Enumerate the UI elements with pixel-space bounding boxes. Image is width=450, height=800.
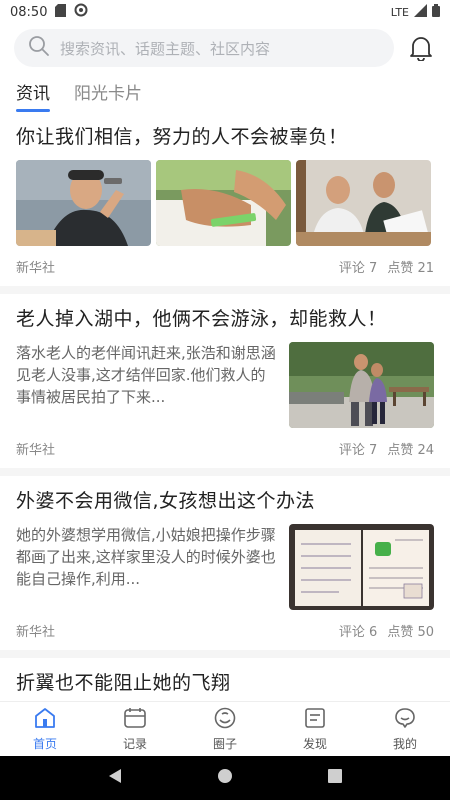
calendar-icon <box>123 707 147 732</box>
nav-record[interactable]: 记录 <box>90 702 180 756</box>
profile-icon <box>393 707 417 732</box>
status-bar: 08:50 LTE <box>0 0 450 24</box>
article-image <box>296 160 431 246</box>
comment-count: 评论 7 <box>338 442 378 458</box>
bottom-nav: 首页 记录 圈子 发现 我的 <box>0 701 450 756</box>
comment-count: 评论 6 <box>338 624 378 640</box>
nav-discover[interactable]: 发现 <box>270 702 360 756</box>
recents-icon[interactable] <box>327 768 343 788</box>
status-time: 08:50 <box>10 4 48 20</box>
nav-label: 首页 <box>32 736 57 751</box>
battery-icon <box>432 4 440 20</box>
article-title: 外婆不会用微信,女孩想出这个办法 <box>16 490 316 512</box>
nav-label: 圈子 <box>212 736 237 751</box>
article-item[interactable]: 你让我们相信，努力的人不会被辜负！ 新华社 评论 7 点赞 21 <box>0 112 450 294</box>
like-count: 点赞 50 <box>387 624 434 640</box>
article-item[interactable]: 外婆不会用微信,女孩想出这个办法 她的外婆想学用微信,小姑娘把操作步骤都画了出来… <box>0 476 450 658</box>
article-image <box>156 160 291 246</box>
news-feed: 你让我们相信，努力的人不会被辜负！ 新华社 评论 7 点赞 21 老人掉入湖中，… <box>0 112 450 701</box>
article-title: 老人掉入湖中，他俩不会游泳，却能救人！ <box>16 308 387 330</box>
nav-label: 发现 <box>302 736 327 751</box>
like-count: 点赞 21 <box>387 260 434 276</box>
article-item[interactable]: 老人掉入湖中，他俩不会游泳，却能救人！ 落水老人的老伴闻讯赶来,张浩和谢思涵见老… <box>0 294 450 476</box>
article-meta: 新华社 评论 6 点赞 50 <box>16 610 434 650</box>
nav-circle[interactable]: 圈子 <box>180 702 270 756</box>
comment-count: 评论 7 <box>338 260 378 276</box>
article-source: 新华社 <box>16 442 56 458</box>
article-image <box>289 524 434 610</box>
article-meta: 新华社 评论 7 点赞 24 <box>16 428 434 468</box>
network-type: LTE <box>390 5 409 19</box>
article-title: 折翼也不能阻止她的飞翔 <box>16 672 231 694</box>
home-icon <box>33 707 57 732</box>
nav-label: 我的 <box>392 736 417 751</box>
article-source: 新华社 <box>16 624 56 640</box>
home-circle-icon[interactable] <box>217 768 233 788</box>
search-input[interactable]: 搜索资讯、话题主题、社区内容 <box>14 29 394 67</box>
article-source: 新华社 <box>16 260 56 276</box>
tab-sunshine-cards[interactable]: 阳光卡片 <box>74 79 142 112</box>
sd-card-icon <box>55 3 67 21</box>
tab-news[interactable]: 资讯 <box>16 79 50 112</box>
tab-bar: 资讯 阳光卡片 <box>0 72 450 112</box>
article-item[interactable]: 折翼也不能阻止她的飞翔 <box>0 658 450 696</box>
search-icon <box>28 35 50 61</box>
like-count: 点赞 24 <box>387 442 434 458</box>
discover-icon <box>303 707 327 732</box>
article-title: 你让我们相信，努力的人不会被辜负！ <box>16 126 348 148</box>
nav-home[interactable]: 首页 <box>0 702 90 756</box>
nav-profile[interactable]: 我的 <box>360 702 450 756</box>
article-summary: 她的外婆想学用微信,小姑娘把操作步骤都画了出来,这样家里没人的时候外婆也能自己操… <box>16 526 276 588</box>
notification-bell-icon[interactable] <box>406 33 436 63</box>
system-nav-bar <box>0 756 450 800</box>
nav-label: 记录 <box>122 736 147 751</box>
article-meta: 新华社 评论 7 点赞 21 <box>16 246 434 286</box>
search-row: 搜索资讯、话题主题、社区内容 <box>0 24 450 72</box>
circle-icon <box>213 707 237 732</box>
back-icon[interactable] <box>107 768 123 788</box>
search-placeholder: 搜索资讯、话题主题、社区内容 <box>60 39 271 58</box>
article-summary: 落水老人的老伴闻讯赶来,张浩和谢思涵见老人没事,这才结伴回家.他们救人的事情被居… <box>16 344 276 406</box>
signal-icon <box>414 4 427 20</box>
article-image-group <box>16 160 434 246</box>
sync-icon <box>74 3 88 21</box>
article-image <box>289 342 434 428</box>
article-image <box>16 160 151 246</box>
